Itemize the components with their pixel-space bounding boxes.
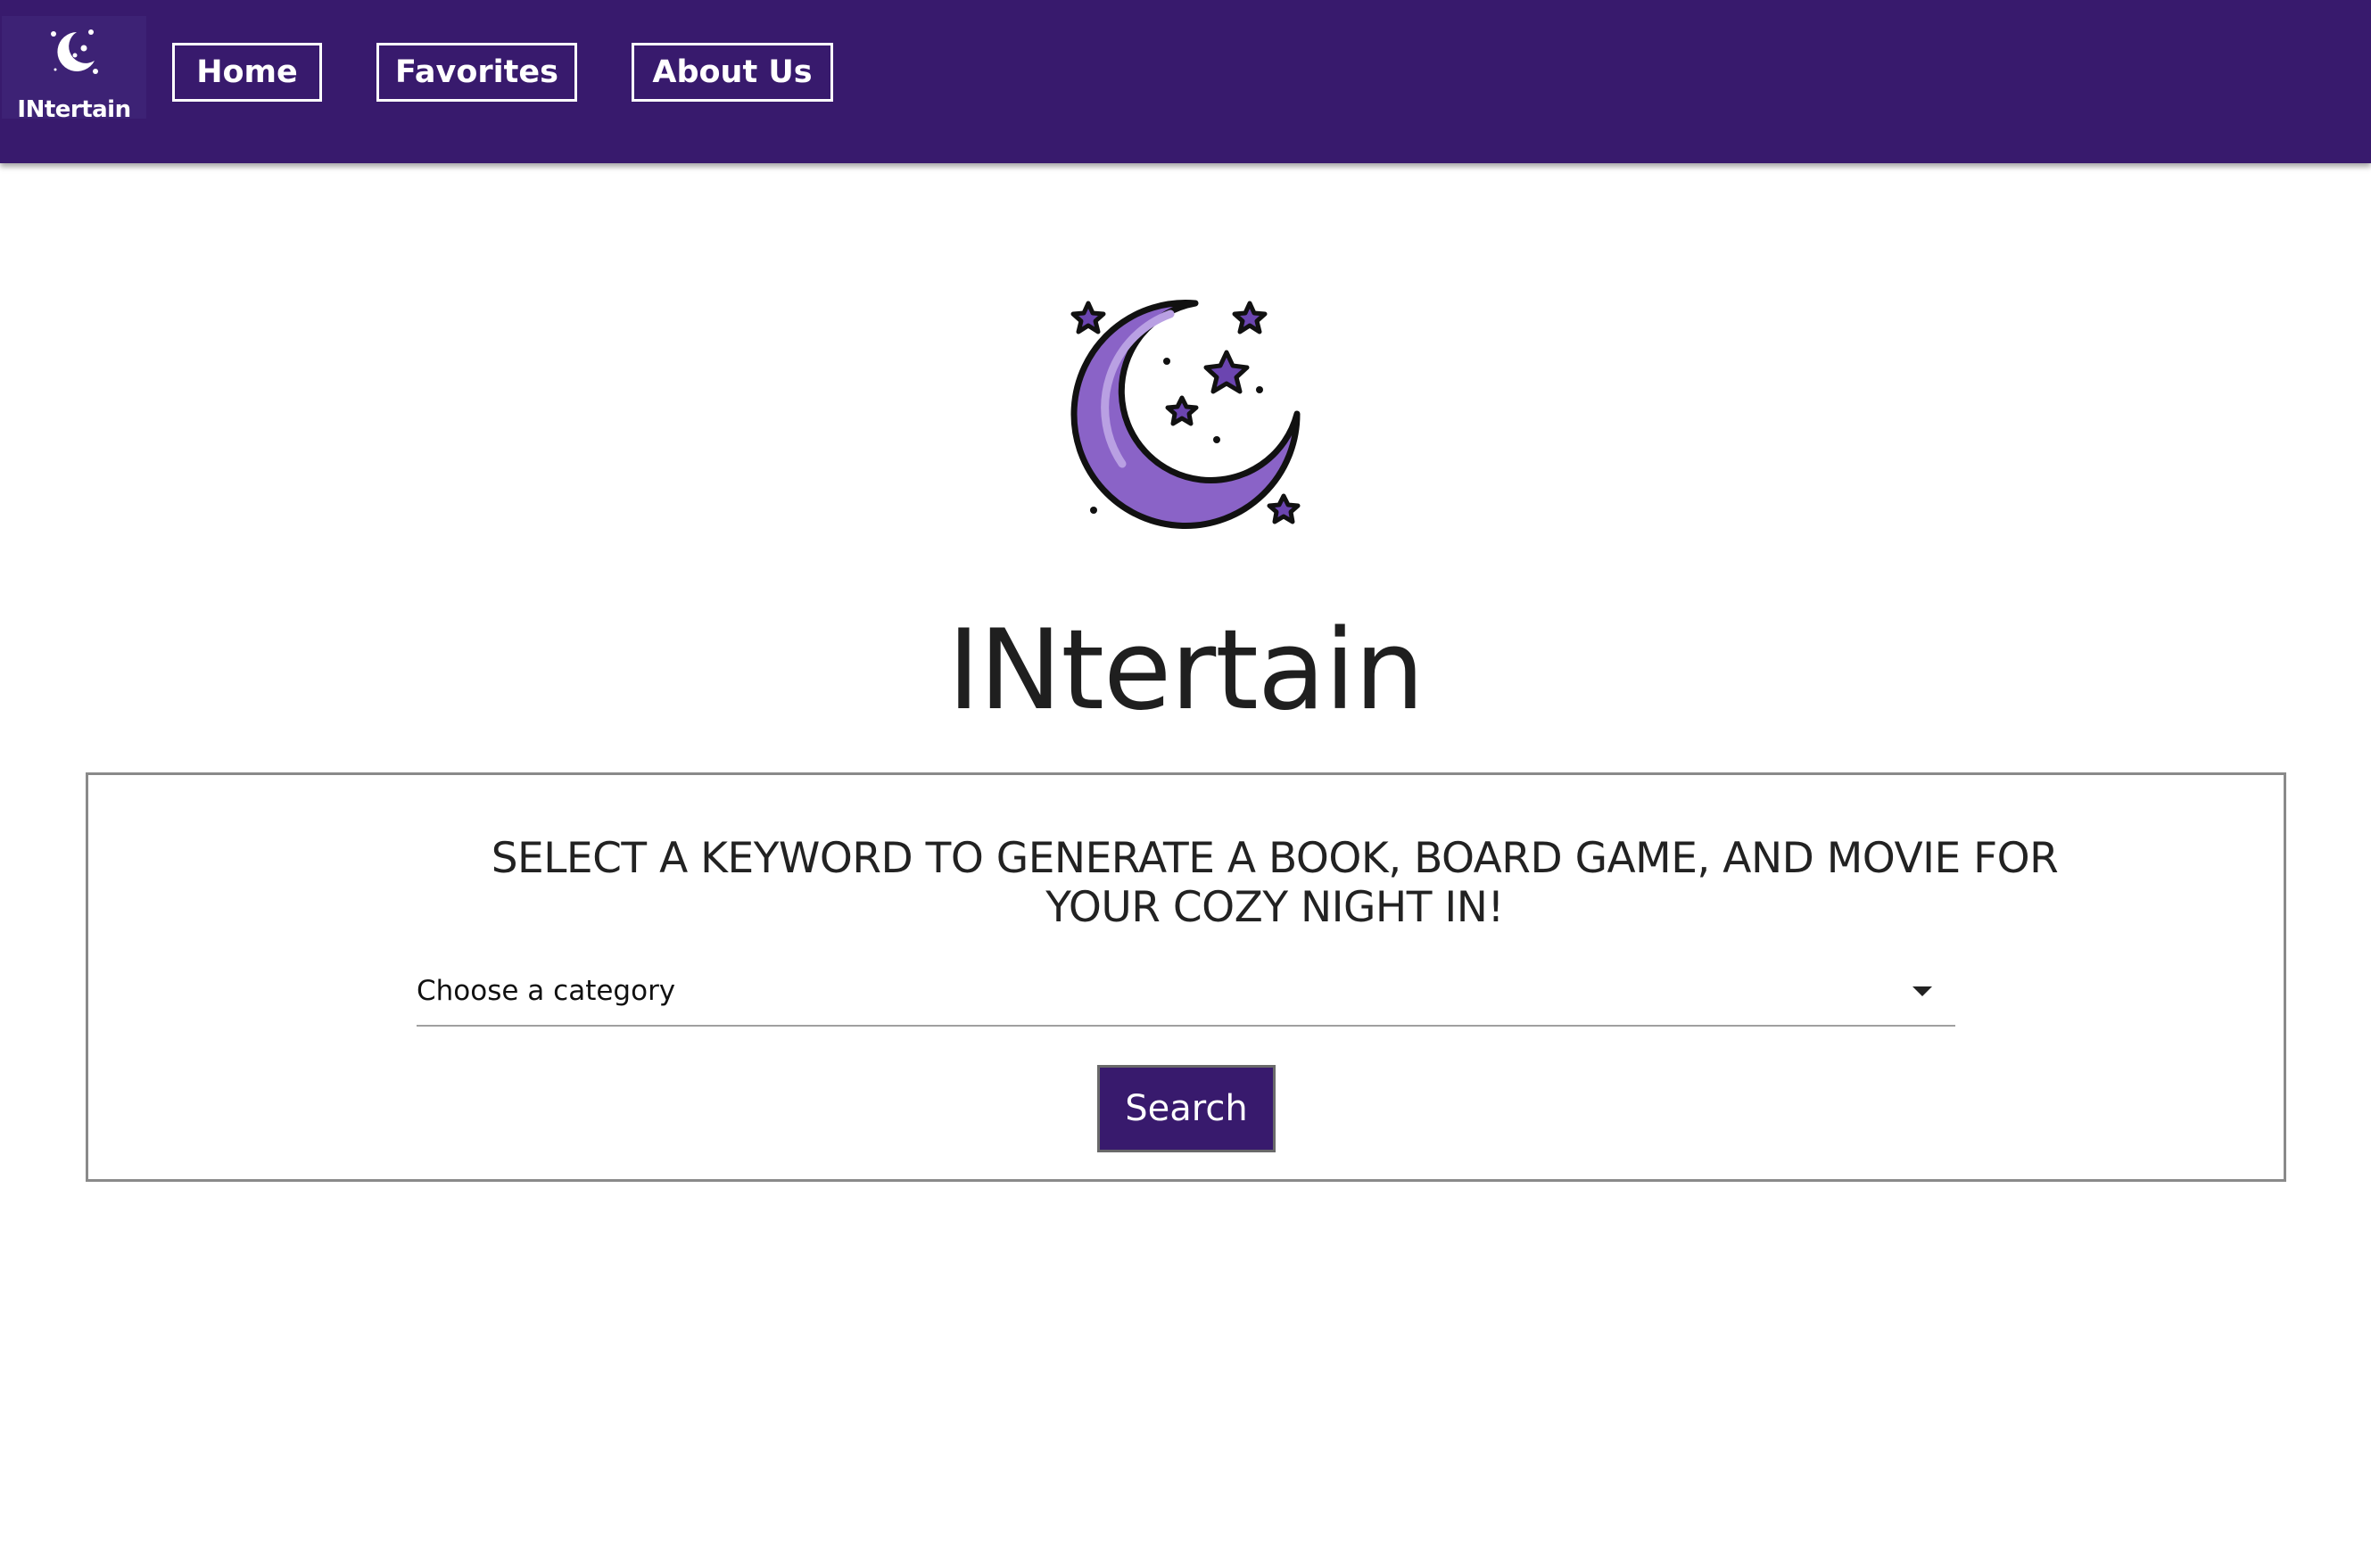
nav-about-us-button[interactable]: About Us xyxy=(632,43,833,102)
moon-stars-icon xyxy=(51,29,98,74)
category-select[interactable]: Choose a category xyxy=(417,973,1955,1027)
nav-logo[interactable]: INtertain xyxy=(2,16,146,123)
search-button[interactable]: Search xyxy=(1097,1065,1276,1152)
nav-favorites-button[interactable]: Favorites xyxy=(376,43,577,102)
chevron-down-icon xyxy=(1912,986,1932,996)
moon-stars-icon xyxy=(1070,300,1301,529)
nav-logo-text: INtertain xyxy=(17,96,131,123)
search-prompt: SELECT A KEYWORD TO GENERATE A BOOK, BOA… xyxy=(491,834,2059,932)
top-navbar: INtertain Home Favorites About Us xyxy=(0,0,2371,163)
page-title: INtertain xyxy=(947,607,1425,735)
category-select-value: Choose a category xyxy=(417,975,676,1007)
nav-home-button[interactable]: Home xyxy=(172,43,322,102)
search-card: SELECT A KEYWORD TO GENERATE A BOOK, BOA… xyxy=(86,772,2286,1182)
